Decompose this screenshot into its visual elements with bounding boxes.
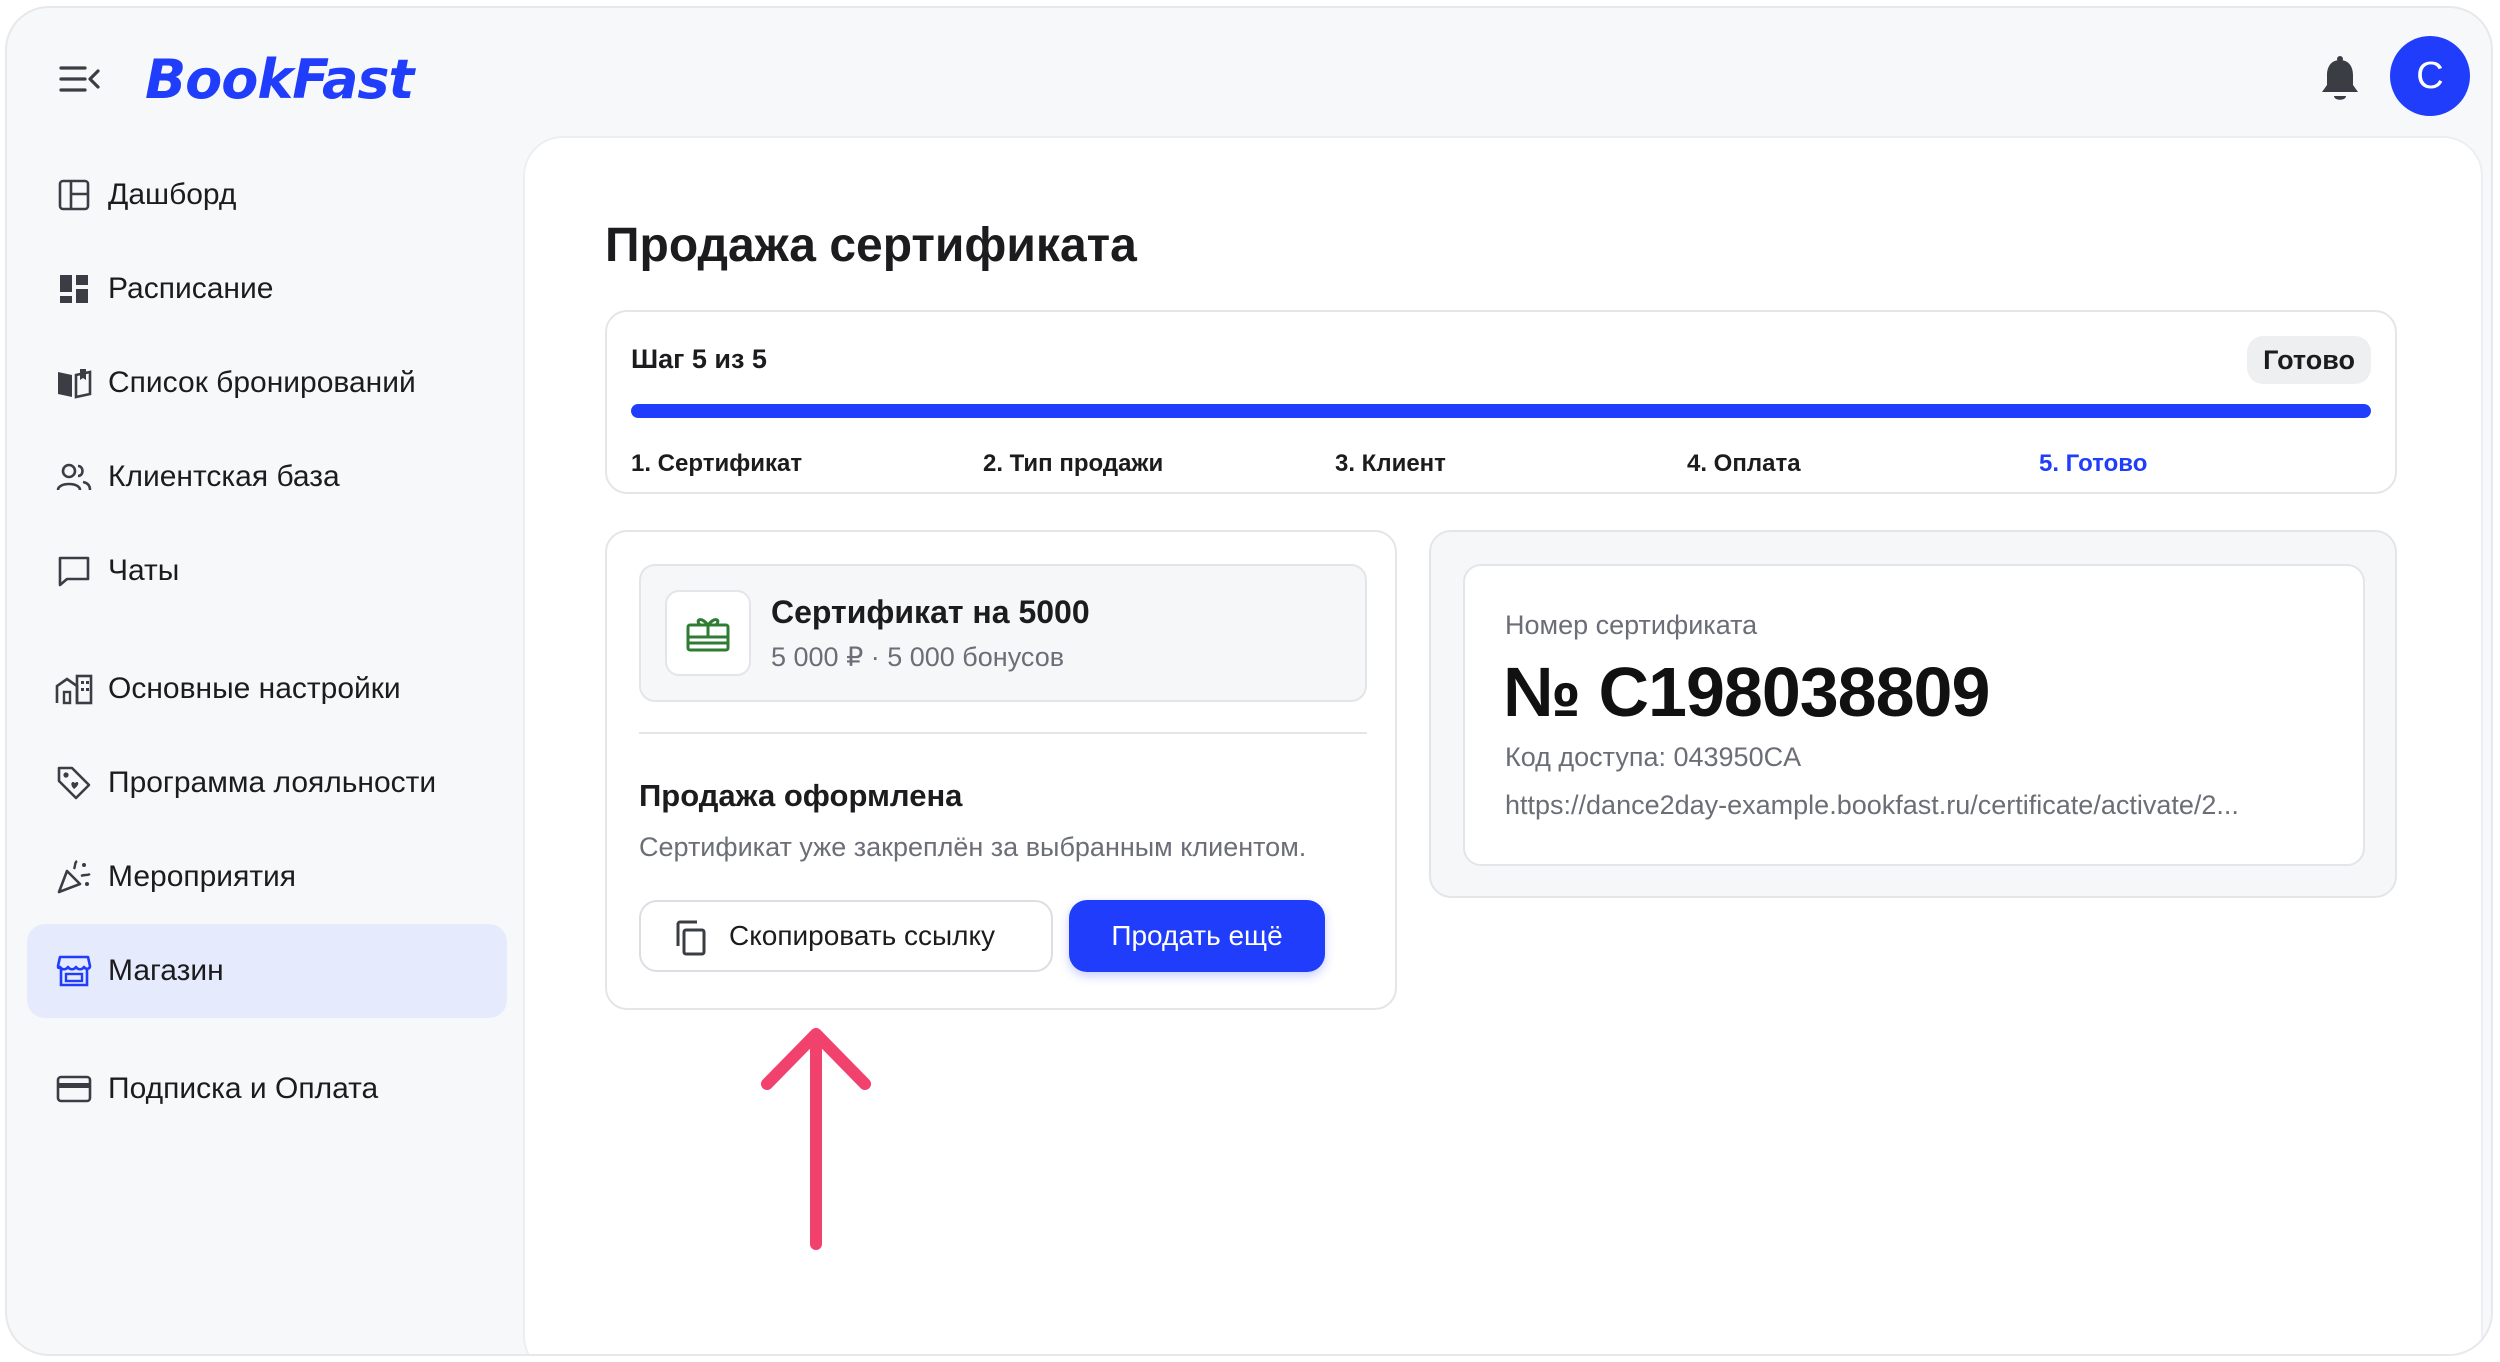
certificate-title: Сертификат на 5000 — [771, 594, 1090, 630]
sidebar-item-subscription[interactable]: Подписка и Оплата — [27, 1042, 507, 1136]
sale-status-description: Сертификат уже закреплён за выбранным кл… — [639, 832, 1307, 862]
bell-icon[interactable] — [2317, 54, 2363, 104]
credit-card-icon — [55, 1070, 93, 1108]
sidebar: Дашборд Расписание Список бронирований К… — [7, 8, 527, 1354]
divider — [639, 732, 1367, 734]
sidebar-item-label: Чаты — [108, 554, 180, 587]
sidebar-item-label: Список бронирований — [108, 366, 416, 399]
certificate-summary: Сертификат на 5000 5 000 ₽ · 5 000 бонус… — [639, 564, 1367, 702]
copy-link-label: Скопировать ссылку — [729, 920, 996, 951]
sidebar-item-label: Магазин — [108, 954, 224, 987]
sidebar-item-bookings[interactable]: Список бронирований — [27, 336, 507, 430]
page-title: Продажа сертификата — [605, 219, 1137, 272]
sidebar-item-label: Основные настройки — [108, 672, 401, 705]
certificate-number: № C198038809 — [1503, 653, 1990, 731]
annotation-arrow-icon — [759, 1024, 873, 1254]
certificate-number-label: Номер сертификата — [1505, 610, 1758, 640]
step-label-client: 3. Клиент — [1335, 450, 1446, 477]
sidebar-item-events[interactable]: Мероприятия — [27, 830, 507, 924]
sidebar-item-label: Подписка и Оплата — [108, 1072, 379, 1105]
sidebar-item-label: Дашборд — [108, 178, 237, 211]
avatar[interactable]: C — [2390, 36, 2470, 116]
sidebar-item-label: Расписание — [108, 272, 274, 305]
chat-icon — [55, 552, 93, 590]
certificate-subtitle: 5 000 ₽ · 5 000 бонусов — [771, 642, 1065, 672]
step-label-payment: 4. Оплата — [1687, 450, 1801, 477]
step-progress: Шаг 5 из 5 Готово 1. Сертификат 2. Тип п… — [605, 310, 2397, 494]
step-label-certificate: 1. Сертификат — [631, 450, 803, 477]
sell-again-button[interactable]: Продать ещё — [1069, 900, 1325, 972]
loyalty-tag-icon — [55, 764, 93, 802]
settings-building-icon — [55, 670, 93, 708]
access-code: Код доступа: 043950CA — [1505, 742, 1802, 772]
menu-collapse-icon[interactable] — [59, 62, 101, 96]
step-label-done: 5. Готово — [2039, 450, 2148, 477]
store-icon — [55, 952, 93, 990]
clients-icon — [55, 458, 93, 496]
certificate-details-card: Номер сертификата № C198038809 Код досту… — [1429, 530, 2397, 898]
step-count: Шаг 5 из 5 — [631, 344, 767, 374]
dashboard-icon — [55, 176, 93, 214]
sale-summary-card: Сертификат на 5000 5 000 ₽ · 5 000 бонус… — [605, 530, 1397, 1010]
party-popper-icon — [55, 858, 93, 896]
sidebar-item-schedule[interactable]: Расписание — [27, 242, 507, 336]
sidebar-item-store[interactable]: Магазин — [27, 924, 507, 1018]
sidebar-item-clients[interactable]: Клиентская база — [27, 430, 507, 524]
certificate-number-box: Номер сертификата № C198038809 Код досту… — [1463, 564, 2365, 866]
sidebar-item-dashboard[interactable]: Дашборд — [27, 148, 507, 242]
schedule-icon — [55, 270, 93, 308]
step-label-sale-type: 2. Тип продажи — [983, 450, 1164, 477]
copy-link-button[interactable]: Скопировать ссылку — [639, 900, 1053, 972]
logo[interactable]: BookFast — [145, 48, 414, 111]
sidebar-item-label: Программа лояльности — [108, 766, 437, 799]
activation-link[interactable]: https://dance2day-example.bookfast.ru/ce… — [1505, 790, 2345, 821]
bookings-icon — [55, 364, 93, 402]
app-window: Дашборд Расписание Список бронирований К… — [5, 6, 2493, 1356]
copy-icon — [673, 920, 709, 961]
sidebar-item-settings[interactable]: Основные настройки — [27, 642, 507, 736]
sidebar-item-label: Мероприятия — [108, 860, 297, 893]
sale-status-title: Продажа оформлена — [639, 778, 963, 813]
sidebar-item-chats[interactable]: Чаты — [27, 524, 507, 618]
sidebar-item-label: Клиентская база — [108, 460, 340, 493]
status-badge: Готово — [2247, 336, 2371, 384]
gift-card-icon — [665, 590, 751, 676]
sidebar-item-loyalty[interactable]: Программа лояльности — [27, 736, 507, 830]
progress-bar — [631, 404, 2371, 418]
progress-bar-fill — [631, 404, 2371, 418]
